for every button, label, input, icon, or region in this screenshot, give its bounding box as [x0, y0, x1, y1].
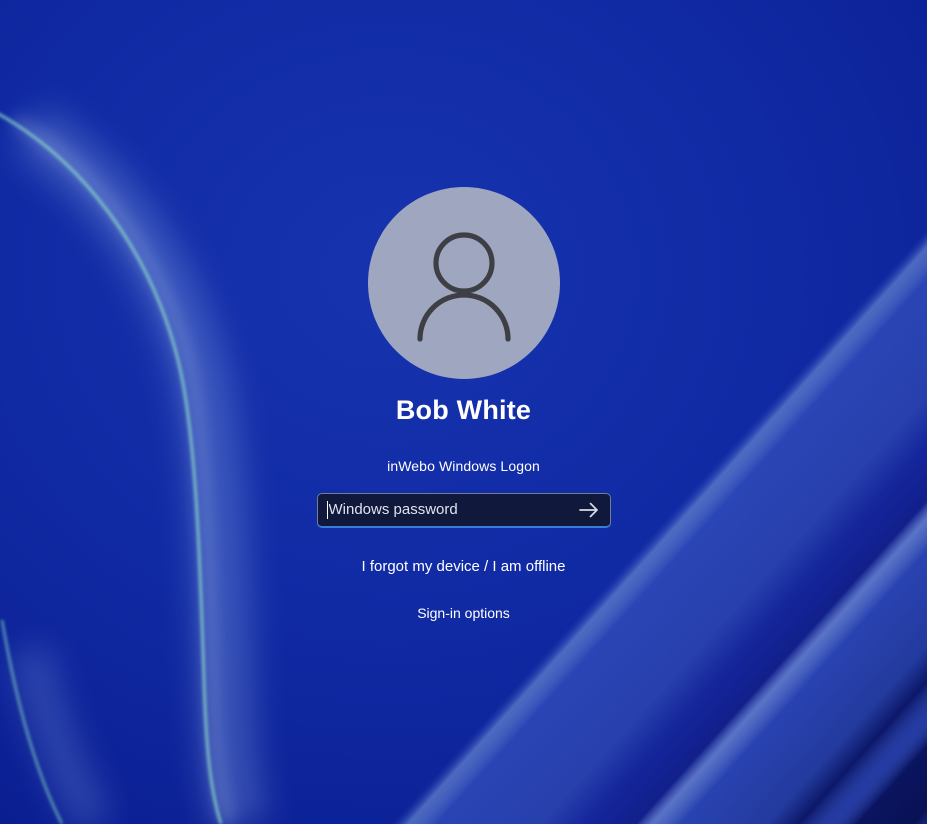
password-field-group [317, 493, 611, 528]
sign-in-options-link[interactable]: Sign-in options [417, 605, 510, 622]
password-input[interactable] [317, 493, 611, 528]
provider-label: inWebo Windows Logon [387, 458, 540, 475]
person-icon [368, 187, 560, 379]
submit-button[interactable] [569, 495, 609, 524]
windows-lock-screen: Bob White inWebo Windows Logon I forgot … [0, 0, 927, 824]
avatar [368, 187, 560, 379]
user-name: Bob White [396, 395, 531, 426]
arrow-right-icon [578, 502, 600, 518]
login-panel: Bob White inWebo Windows Logon I forgot … [0, 0, 927, 824]
forgot-device-link[interactable]: I forgot my device / I am offline [362, 557, 566, 576]
